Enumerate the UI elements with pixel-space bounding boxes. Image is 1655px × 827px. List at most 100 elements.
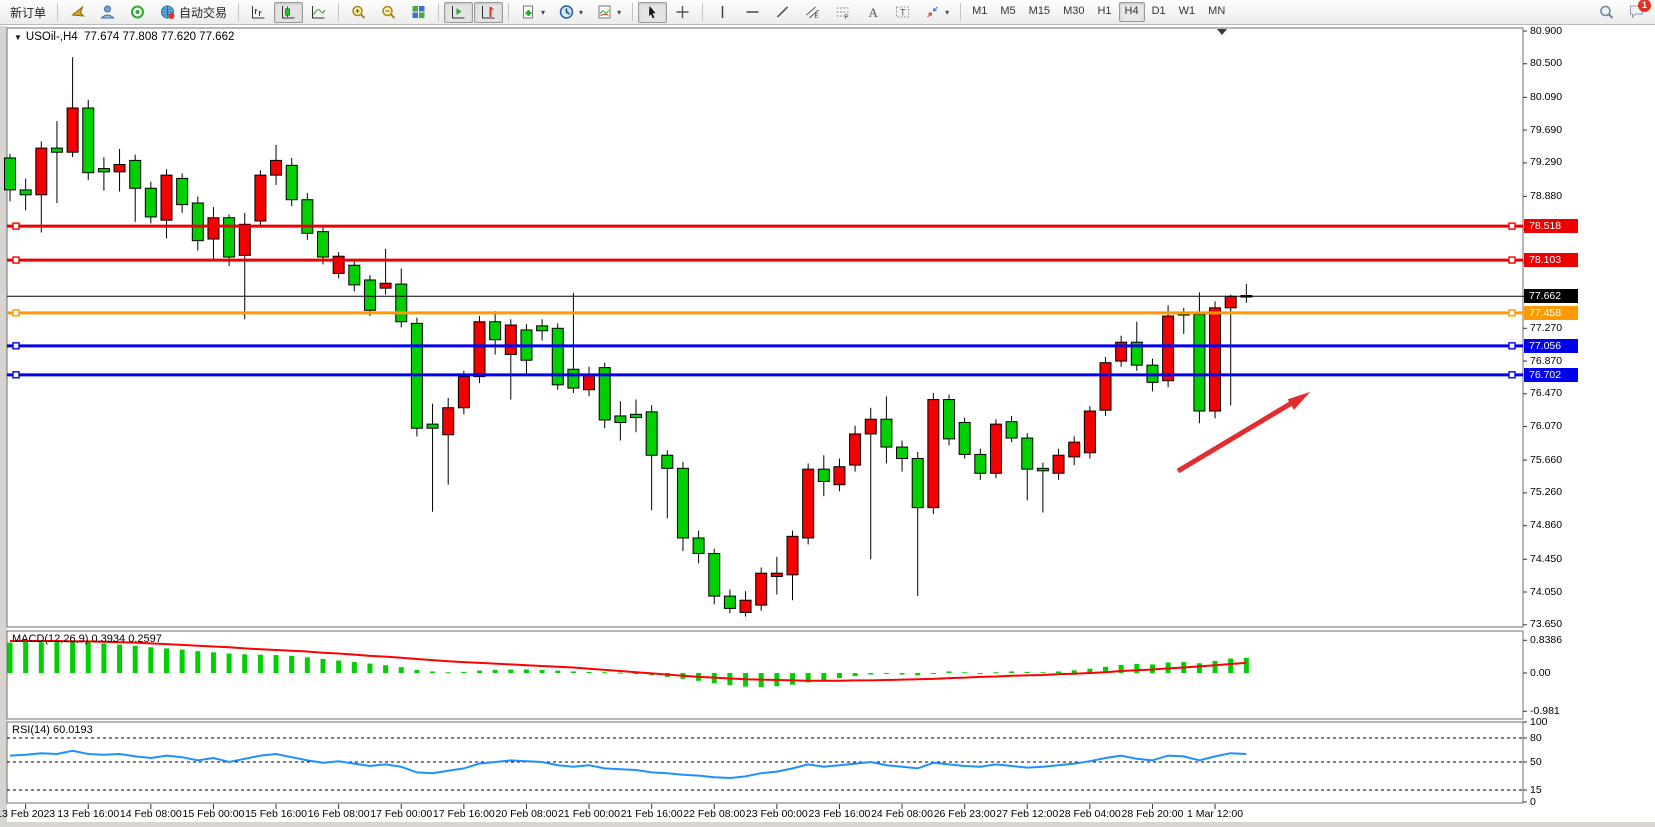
price-badge-76.702: 76.702 <box>1524 368 1578 382</box>
timeframe-m30[interactable]: M30 <box>1057 2 1090 22</box>
bars-chart-button[interactable] <box>244 2 273 23</box>
candle-body <box>67 108 78 152</box>
quotes-button[interactable] <box>63 2 92 23</box>
chevron-down-icon[interactable]: ▾ <box>617 8 621 17</box>
periods-clock-button[interactable]: ▾ <box>552 2 589 23</box>
macd-histogram-bar <box>884 673 889 674</box>
timeframe-h1[interactable]: H1 <box>1091 2 1117 22</box>
candle-body <box>145 188 156 217</box>
line-chart-button[interactable] <box>304 2 333 23</box>
candle-body <box>662 455 673 468</box>
svg-text:F: F <box>845 15 849 20</box>
new-chart-button[interactable]: ▾ <box>514 2 551 23</box>
line-handle[interactable] <box>13 310 19 316</box>
timeframe-w1[interactable]: W1 <box>1173 2 1202 22</box>
macd-axis-label: 0.8386 <box>1530 634 1562 646</box>
macd-histogram-bar <box>1213 661 1218 673</box>
rsi-axis-label: 100 <box>1530 716 1548 728</box>
price-badge-78.518: 78.518 <box>1524 219 1578 233</box>
candle-body <box>1100 363 1111 411</box>
line-handle[interactable] <box>1509 372 1515 378</box>
notification-badge: 1 <box>1638 0 1651 12</box>
candles-chart-button[interactable] <box>274 2 303 23</box>
macd-histogram-bar <box>274 655 279 673</box>
indicators-button[interactable]: ▾ <box>590 2 627 23</box>
candle-body <box>208 218 219 239</box>
trendline-button[interactable] <box>768 2 797 23</box>
search-button[interactable] <box>1592 2 1621 23</box>
signals-button[interactable] <box>123 2 152 23</box>
candle-body <box>677 468 688 538</box>
macd-histogram-bar <box>555 671 560 673</box>
zoom-out-icon <box>380 4 397 20</box>
cursor-button[interactable] <box>638 2 667 23</box>
auto-trading-button[interactable]: 自动交易 <box>153 2 233 23</box>
toolbar-separator <box>238 3 239 21</box>
search-icon <box>1598 4 1615 20</box>
candle-body <box>990 424 1001 473</box>
line-handle[interactable] <box>1509 223 1515 229</box>
price-axis-label: 78.880 <box>1530 190 1562 202</box>
toolbar-separator <box>960 3 961 21</box>
text-button[interactable]: A <box>858 2 887 23</box>
macd-histogram-bar <box>414 670 419 673</box>
zoom-out-button[interactable] <box>374 2 403 23</box>
horizontal-line-button[interactable] <box>738 2 767 23</box>
candle-body <box>709 554 720 597</box>
new-order-button[interactable]: 新订单 <box>4 2 52 23</box>
macd-histogram-bar <box>446 672 451 673</box>
candle-body <box>114 164 125 171</box>
candle-body <box>834 467 845 485</box>
chevron-down-icon[interactable]: ▾ <box>541 8 545 17</box>
timeframe-d1[interactable]: D1 <box>1146 2 1172 22</box>
macd-panel <box>7 631 1523 719</box>
line-handle[interactable] <box>13 372 19 378</box>
fibonacci-button[interactable]: F <box>828 2 857 23</box>
candle-body <box>1084 411 1095 453</box>
macd-histogram-bar <box>242 654 247 673</box>
vertical-line-button[interactable] <box>708 2 737 23</box>
chart-shift-button[interactable] <box>474 2 503 23</box>
equidistant-channel-button[interactable]: E <box>798 2 827 23</box>
crosshair-button[interactable] <box>668 2 697 23</box>
timeframe-m5[interactable]: M5 <box>994 2 1021 22</box>
candle-body <box>865 419 876 434</box>
profile-button[interactable] <box>93 2 122 23</box>
text-label-button[interactable]: T <box>888 2 917 23</box>
timeframe-mn[interactable]: MN <box>1202 2 1231 22</box>
macd-histogram-bar <box>23 642 28 673</box>
chat-button[interactable]: 1 <box>1622 2 1651 23</box>
fibonacci-icon: F <box>834 4 851 20</box>
arrows-button[interactable]: ▾ <box>918 2 955 23</box>
time-axis-label: 1 Mar 12:00 <box>1169 808 1261 820</box>
collapse-icon[interactable]: ▼ <box>14 33 22 42</box>
macd-label: MACD(12,26,9) 0.3934 0.2597 <box>12 633 162 645</box>
macd-histogram-bar <box>8 643 13 673</box>
line-handle[interactable] <box>13 257 19 263</box>
zoom-in-button[interactable] <box>344 2 373 23</box>
line-handle[interactable] <box>1509 343 1515 349</box>
macd-signal-value: 0.2597 <box>128 633 162 645</box>
line-handle[interactable] <box>13 223 19 229</box>
line-handle[interactable] <box>1509 257 1515 263</box>
timeframe-m1[interactable]: M1 <box>966 2 993 22</box>
candle-body <box>396 284 407 322</box>
macd-histogram-bar <box>868 673 873 675</box>
text-icon: A <box>864 4 881 20</box>
macd-name: MACD(12,26,9) <box>12 633 88 645</box>
auto-scroll-button[interactable] <box>444 2 473 23</box>
candle-body <box>1194 314 1205 411</box>
line-handle[interactable] <box>1509 310 1515 316</box>
candle-body <box>944 400 955 439</box>
auto-scroll-icon <box>450 4 467 20</box>
chevron-down-icon[interactable]: ▾ <box>945 8 949 17</box>
tile-windows-button[interactable] <box>404 2 433 23</box>
price-axis-label: 73.650 <box>1530 618 1562 630</box>
chevron-down-icon[interactable]: ▾ <box>579 8 583 17</box>
timeframe-h4[interactable]: H4 <box>1119 2 1145 22</box>
macd-histogram-bar <box>540 670 545 673</box>
line-handle[interactable] <box>13 343 19 349</box>
macd-histogram-bar <box>399 667 404 673</box>
auto-trading-label: 自动交易 <box>179 4 227 21</box>
timeframe-m15[interactable]: M15 <box>1023 2 1056 22</box>
